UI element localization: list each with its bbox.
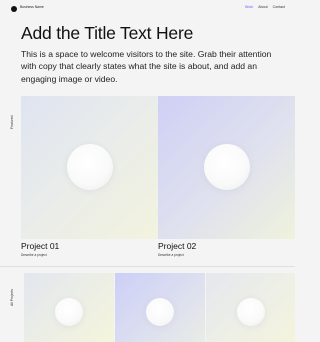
brand-name[interactable]: Business Name — [20, 5, 44, 9]
site-header: Business Name Work About Contact — [0, 0, 295, 18]
featured-section-label: Featured — [10, 115, 14, 129]
featured-projects-grid: Project 01 Describe a project Project 02… — [21, 96, 295, 261]
project-image[interactable] — [158, 96, 295, 239]
project-tile[interactable] — [24, 273, 114, 342]
hero-title: Add the Title Text Here — [21, 23, 194, 43]
project-description: Describe a project — [158, 253, 184, 257]
logo-icon[interactable] — [11, 6, 17, 12]
project-title[interactable]: Project 01 — [21, 241, 59, 251]
project-description: Describe a project — [21, 253, 47, 257]
project-card-01[interactable]: Project 01 Describe a project — [21, 96, 158, 261]
all-projects-grid — [24, 273, 295, 342]
main-nav: Work About Contact — [245, 5, 285, 9]
nav-item-work[interactable]: Work — [245, 5, 253, 9]
nav-item-contact[interactable]: Contact — [273, 5, 285, 9]
project-card-02[interactable]: Project 02 Describe a project — [158, 96, 295, 261]
section-divider — [0, 266, 295, 267]
sphere-image — [204, 144, 250, 190]
sphere-image — [237, 298, 265, 326]
project-image[interactable] — [21, 96, 158, 239]
sphere-image — [67, 144, 113, 190]
nav-item-about[interactable]: About — [258, 5, 267, 9]
project-title[interactable]: Project 02 — [158, 241, 196, 251]
hero-text: This is a space to welcome visitors to t… — [21, 49, 272, 84]
project-tile[interactable] — [206, 273, 295, 342]
sphere-image — [55, 298, 83, 326]
all-projects-section-label: All Projects — [10, 289, 14, 306]
sphere-image — [146, 298, 174, 326]
page: Business Name Work About Contact Add the… — [0, 0, 295, 342]
project-tile[interactable] — [115, 273, 205, 342]
